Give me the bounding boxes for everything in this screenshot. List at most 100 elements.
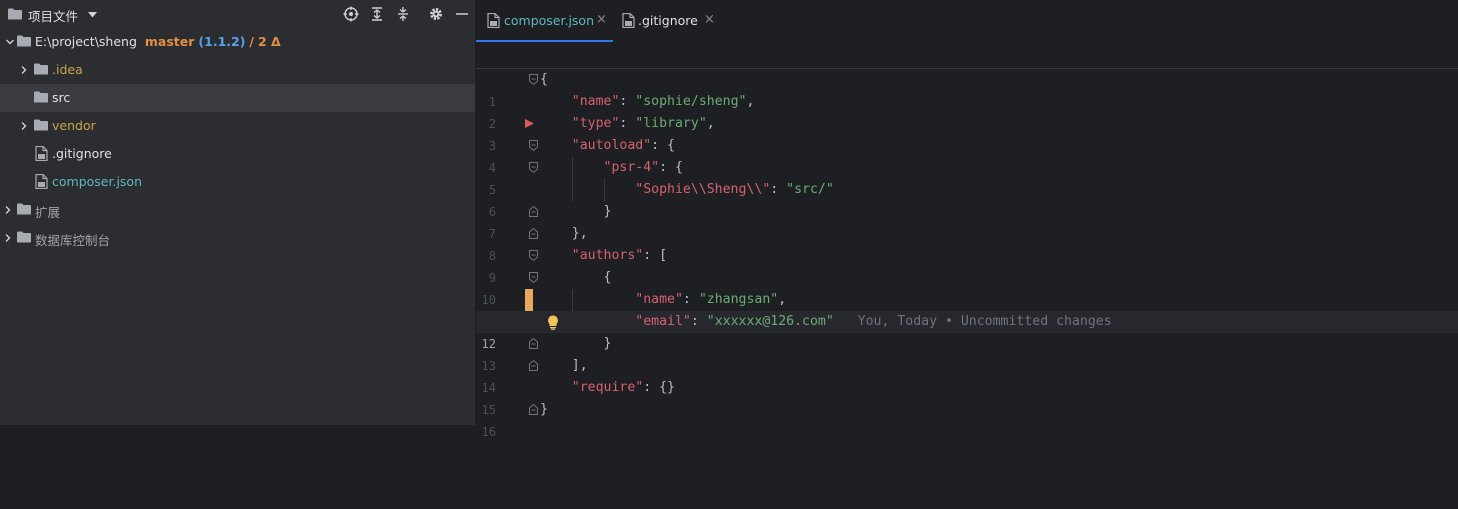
fold-icon[interactable] <box>529 74 538 85</box>
tree-item-root[interactable]: E:\project\sheng master (1.1.2) / 2 Δ <box>0 28 475 56</box>
tab-gitignore[interactable]: .gitignore × <box>613 0 723 42</box>
tree-item-gitignore[interactable]: .gitignore <box>0 140 475 168</box>
fold-icon[interactable] <box>529 404 538 415</box>
fold-icon[interactable] <box>529 206 538 217</box>
json-key: "name" <box>635 292 683 307</box>
code-punct: : <box>690 314 707 329</box>
project-tree: E:\project\sheng master (1.1.2) / 2 Δ .i… <box>0 28 475 252</box>
active-tab-indicator <box>476 40 613 42</box>
root-path: E:\project\sheng <box>35 34 137 49</box>
tree-item-idea[interactable]: .idea <box>0 56 475 84</box>
project-panel-title[interactable]: 项目文件 <box>28 6 78 25</box>
close-icon[interactable]: × <box>704 12 715 27</box>
folder-icon <box>34 63 48 75</box>
code-punct: { <box>603 270 612 285</box>
chevron-right-icon[interactable] <box>3 205 13 215</box>
fold-icon[interactable] <box>529 338 538 349</box>
tree-item-composer-json[interactable]: composer.json <box>0 168 475 196</box>
code-line: 9 "authors": [ <box>476 245 1458 285</box>
tree-item-vendor[interactable]: vendor <box>0 112 475 140</box>
json-key: "authors" <box>571 248 644 263</box>
code-punct: : { <box>651 138 675 153</box>
code-punct: , <box>778 292 787 307</box>
code-punct: { <box>540 72 548 87</box>
fold-icon[interactable] <box>529 360 538 371</box>
vcs-branch: master <box>144 34 195 49</box>
chevron-down-icon[interactable] <box>5 37 15 47</box>
project-panel-header: 项目文件 <box>0 0 475 28</box>
code-line: 11 "name": "zhangsan", <box>476 289 1458 329</box>
tree-item-extensions[interactable]: 扩展 <box>0 196 475 224</box>
code-punct: : <box>619 94 636 109</box>
target-icon[interactable] <box>343 6 359 22</box>
ide-window: 项目文件 E:\project\sheng master (1.1.2) / 2… <box>0 0 1458 439</box>
code-line: 15 "require": {} <box>476 377 1458 417</box>
code-punct: }, <box>571 226 588 241</box>
code-line: 1 { <box>476 69 1458 109</box>
code-line: 7 } <box>476 201 1458 241</box>
fold-icon[interactable] <box>529 250 538 261</box>
code-area[interactable]: 1 { 2 "name": "sophie/sheng", 3 "type": … <box>476 69 1458 439</box>
editor-tabs: composer.json × .gitignore × <box>476 0 1458 42</box>
code-punct: } <box>603 336 612 351</box>
code-line: 8 }, <box>476 223 1458 263</box>
tree-item-label: composer.json <box>52 174 143 189</box>
code-line: 13 } <box>476 333 1458 373</box>
expand-all-icon[interactable] <box>369 6 385 22</box>
tree-item-src[interactable]: src <box>0 84 475 112</box>
code-line: 3 "type": "library", <box>476 113 1458 153</box>
fold-icon[interactable] <box>529 228 538 239</box>
folder-icon <box>17 203 31 215</box>
json-key: "email" <box>635 314 691 329</box>
tab-composer-json[interactable]: composer.json × <box>476 0 613 42</box>
code-punct: : {} <box>643 380 675 395</box>
code-punct: : <box>682 292 699 307</box>
code-punct: : { <box>659 160 683 175</box>
editor: composer.json × .gitignore × 1 {2 "name… <box>476 0 1458 439</box>
json-key: "autoload" <box>571 138 652 153</box>
code-line: 10 { <box>476 267 1458 307</box>
chevron-right-icon[interactable] <box>19 65 29 75</box>
close-icon[interactable]: × <box>596 12 607 27</box>
code-punct: , <box>706 116 715 131</box>
json-file-icon <box>35 174 48 189</box>
json-key: "name" <box>571 94 620 109</box>
json-string: "library" <box>635 116 707 131</box>
folder-icon <box>34 91 48 103</box>
folder-icon <box>17 35 31 47</box>
git-blame-hint[interactable]: You, Today • Uncommitted changes <box>858 314 1112 329</box>
tab-label: .gitignore <box>638 13 698 28</box>
tab-label: composer.json <box>504 13 595 28</box>
json-string: "src/" <box>786 182 834 197</box>
tree-item-label: .idea <box>52 62 83 77</box>
json-string: "sophie/sheng" <box>635 94 747 109</box>
file-icon <box>35 146 48 161</box>
minimize-icon[interactable] <box>454 6 470 22</box>
code-punct: ], <box>571 358 588 373</box>
json-key: "psr-4" <box>603 160 660 175</box>
code-line: 6 "Sophie\\Sheng\\": "src/" <box>476 179 1458 219</box>
fold-icon[interactable] <box>529 140 538 151</box>
code-line: 16 } <box>476 399 1458 439</box>
json-string: "zhangsan" <box>698 292 779 307</box>
code-line: 4 "autoload": { <box>476 135 1458 175</box>
chevron-right-icon[interactable] <box>3 233 13 243</box>
collapse-all-icon[interactable] <box>395 6 411 22</box>
code-punct: , <box>746 94 755 109</box>
fold-icon[interactable] <box>529 272 538 283</box>
gear-icon[interactable] <box>428 6 444 22</box>
tree-item-label: 数据库控制台 <box>35 233 111 248</box>
breakpoint-marker-icon[interactable] <box>525 119 534 128</box>
json-key: "type" <box>571 116 620 131</box>
code-punct: } <box>603 204 612 219</box>
tree-item-database-consoles[interactable]: 数据库控制台 <box>0 224 475 252</box>
json-key: "Sophie\\Sheng\\" <box>635 182 771 197</box>
fold-icon[interactable] <box>529 162 538 173</box>
code-line-current: 12 "email": "xxxxxx@126.com" You, Today … <box>476 311 1458 351</box>
project-version: (1.1.2) <box>198 34 246 49</box>
vcs-changes-count: 2 Δ <box>257 34 281 49</box>
vcs-separator: / <box>249 34 254 49</box>
chevron-down-icon[interactable] <box>88 12 97 18</box>
chevron-right-icon[interactable] <box>19 121 29 131</box>
code-punct: : [ <box>643 248 668 263</box>
